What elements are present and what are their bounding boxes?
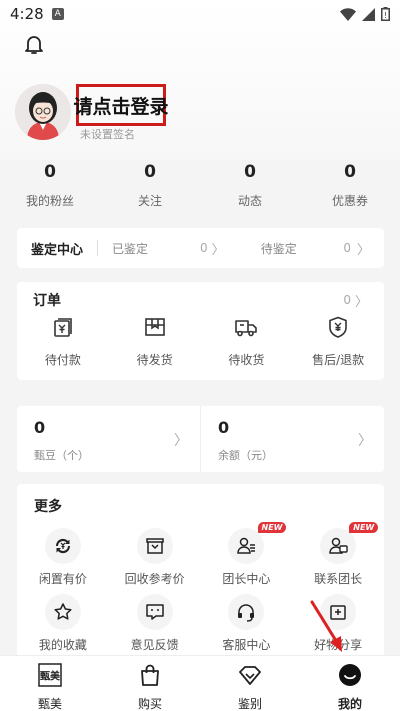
stat-label: 动态 [237, 194, 262, 208]
login-prompt-highlight[interactable]: 请点击登录 [74, 84, 169, 126]
appraisal-center-title: 鉴定中心 [31, 242, 84, 258]
orders-card: 订单 0 〉 待付款 待发货 待收货 售后/退款 [17, 282, 384, 380]
appraised-link[interactable]: 已鉴定 [112, 240, 148, 257]
order-label: 售后/退款 [312, 353, 365, 367]
chevron-right-icon: 〉 [356, 242, 370, 258]
notification-badge: A [51, 8, 64, 20]
divider [97, 240, 99, 256]
order-pending-payment[interactable]: 待付款 [17, 316, 109, 368]
order-pending-shipment[interactable]: 待发货 [109, 316, 201, 368]
service-label: 我的收藏 [38, 638, 87, 652]
tab-label: 鉴别 [237, 697, 262, 711]
chevron-right-icon: 〉 [174, 433, 188, 449]
tab-zhenmei[interactable]: 甄美 甄美 [0, 656, 100, 711]
service-label: 闲置有价 [38, 572, 87, 586]
headset-icon [238, 604, 255, 622]
zhenmei-logo-text: 甄美 [40, 670, 61, 683]
smile-icon [339, 664, 361, 686]
tab-buy[interactable]: 购买 [100, 656, 200, 711]
recycle-box-icon [145, 538, 164, 554]
zhenmei-logo-icon: 甄美 [38, 663, 62, 687]
service-leader-center[interactable]: NEW 团长中心 [201, 522, 293, 594]
package-icon [144, 318, 165, 336]
more-title: 更多 [34, 499, 62, 515]
star-icon [54, 603, 72, 620]
service-share-goods[interactable]: 好物分享 [292, 594, 384, 660]
chevron-right-icon: 〉 [358, 433, 372, 449]
new-badge: NEW [257, 522, 287, 533]
avatar[interactable] [15, 84, 71, 140]
pending-count: 0 [343, 241, 351, 255]
stat-posts[interactable]: 0 动态 [200, 162, 300, 214]
service-recycle-price[interactable]: 回收参考价 [109, 528, 201, 594]
status-time: 4:28 [10, 5, 44, 23]
service-label: 客服中心 [222, 638, 271, 652]
exchange-yen-icon [55, 538, 70, 554]
order-pending-receipt[interactable]: 待收货 [201, 316, 293, 368]
stat-label: 优惠券 [331, 194, 368, 208]
shopping-bag-icon [141, 664, 159, 686]
orders-count: 0 [343, 293, 351, 307]
notification-bell-icon[interactable] [22, 32, 46, 56]
service-label: 回收参考价 [124, 572, 185, 586]
beans-balance[interactable]: 0 甄豆（个） 〉 [17, 406, 200, 472]
chevron-right-icon: 〉 [211, 242, 225, 258]
stat-label: 关注 [137, 194, 162, 208]
profile-stats: 0 我的粉丝 0 关注 0 动态 0 优惠券 [0, 162, 400, 214]
chevron-right-icon: 〉 [354, 294, 368, 310]
stat-label: 我的粉丝 [25, 194, 74, 208]
service-contact-leader[interactable]: NEW 联系团长 [292, 522, 384, 594]
stat-value: 0 [344, 162, 356, 182]
service-favorites[interactable]: 我的收藏 [17, 594, 109, 660]
tab-mine[interactable]: 我的 [300, 656, 400, 711]
orders-header[interactable]: 订单 0 〉 [17, 282, 384, 312]
truck-icon [235, 320, 258, 337]
signal-icon [362, 7, 375, 21]
service-label: 联系团长 [314, 572, 363, 586]
shield-yen-icon [329, 316, 347, 338]
stat-fans[interactable]: 0 我的粉丝 [0, 162, 100, 214]
signature-text: 未设置签名 [80, 128, 135, 141]
stat-value: 0 [244, 162, 256, 182]
tab-identify[interactable]: 鉴别 [200, 656, 300, 711]
orders-title: 订单 [33, 293, 61, 309]
wifi-icon [340, 7, 356, 21]
contact-leader-icon [329, 537, 348, 554]
feedback-icon [145, 604, 164, 620]
stat-value: 0 [44, 162, 56, 182]
wallet-card: 0 甄豆（个） 〉 0 余额（元） 〉 [17, 406, 384, 472]
cash-balance[interactable]: 0 余额（元） 〉 [200, 406, 384, 472]
appraisal-center-card: 鉴定中心 已鉴定 0 〉 待鉴定 0 〉 [17, 228, 384, 268]
order-label: 待发货 [136, 353, 173, 367]
tab-label: 甄美 [37, 697, 62, 711]
new-badge: NEW [349, 522, 379, 533]
share-icon [330, 605, 346, 620]
stat-following[interactable]: 0 关注 [100, 162, 200, 214]
service-idle-value[interactable]: 闲置有价 [17, 528, 109, 594]
more-services-card: 更多 闲置有价 回收参考价 NEW 团长中心 NEW 联系团长 我的收藏 意见反… [17, 484, 384, 659]
status-bar: 4:28 A ! [0, 0, 400, 28]
login-prompt[interactable]: 请点击登录 [74, 92, 169, 119]
avatar-illustration [15, 84, 71, 140]
order-label: 待付款 [44, 353, 81, 367]
diamond-icon [239, 666, 261, 685]
pending-link[interactable]: 待鉴定 [261, 240, 297, 257]
stat-value: 0 [144, 162, 156, 182]
order-label: 待收货 [228, 353, 265, 367]
battery-icon: ! [381, 7, 390, 21]
service-feedback[interactable]: 意见反馈 [109, 594, 201, 660]
svg-text:!: ! [384, 11, 387, 20]
wallet-yen-icon [54, 318, 72, 337]
order-after-sales[interactable]: 售后/退款 [292, 316, 384, 368]
service-label: 好物分享 [314, 638, 363, 652]
leader-icon [237, 537, 256, 554]
tab-label: 我的 [337, 697, 362, 711]
service-label: 意见反馈 [130, 638, 179, 652]
service-customer-center[interactable]: 客服中心 [201, 594, 293, 660]
tab-label: 购买 [137, 697, 162, 711]
appraised-count: 0 [200, 241, 208, 255]
service-label: 团长中心 [222, 572, 271, 586]
bottom-tab-bar: 甄美 甄美 购买 鉴别 我的 [0, 655, 400, 711]
stat-coupons[interactable]: 0 优惠券 [300, 162, 400, 214]
